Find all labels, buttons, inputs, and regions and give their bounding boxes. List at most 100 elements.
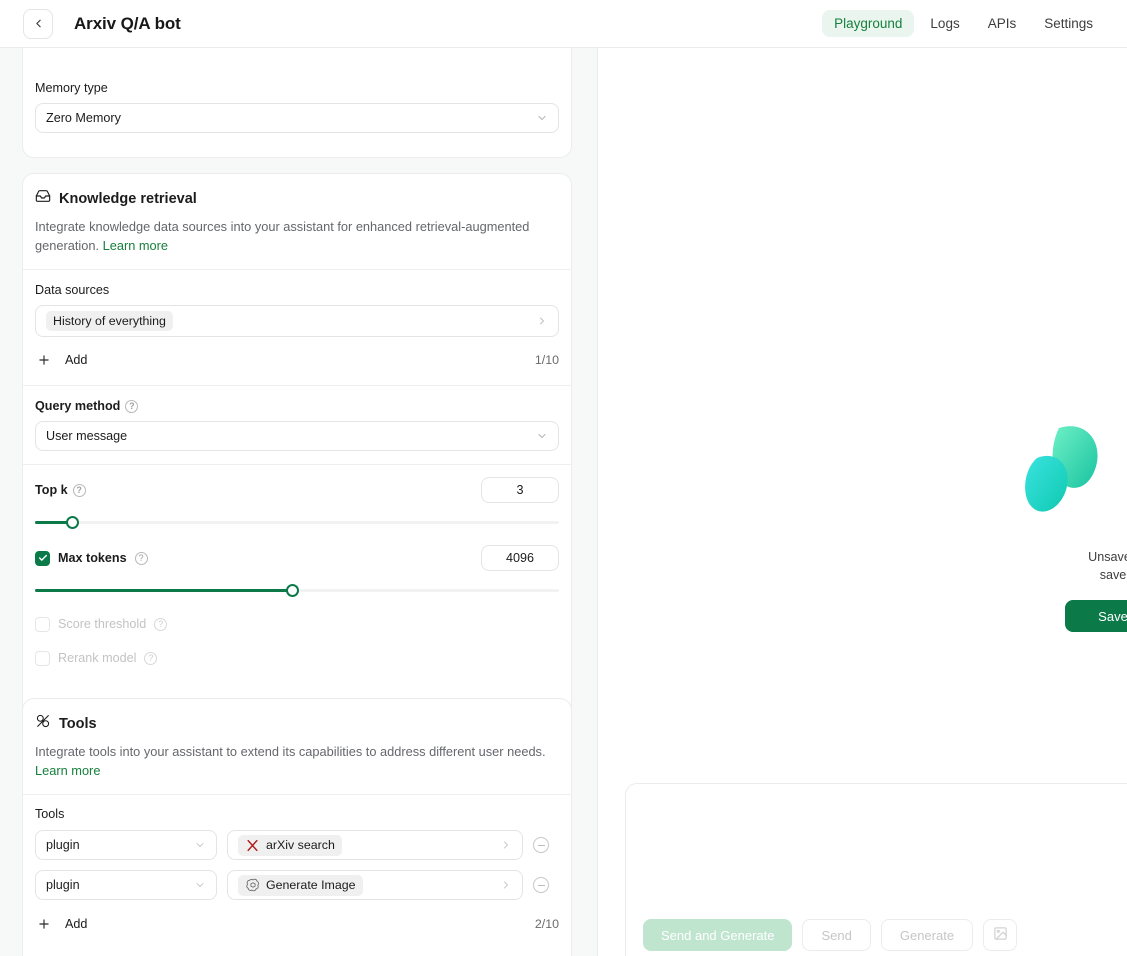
minus-circle-icon[interactable] (533, 837, 549, 853)
max-tokens-slider[interactable] (35, 583, 559, 597)
blob-shapes-icon (1023, 422, 1127, 542)
rerank-model-label: Rerank model (58, 651, 136, 665)
plus-icon[interactable] (35, 353, 53, 367)
question-circle-icon[interactable]: ? (73, 484, 86, 497)
top-k-block: Top k ? 3 (23, 465, 571, 529)
memory-type-select[interactable]: Zero Memory (35, 103, 559, 133)
query-method-value: User message (46, 429, 127, 443)
chevron-down-icon (194, 839, 206, 851)
tool-tag: Generate Image (238, 875, 363, 896)
tools-section-description: Integrate tools into your assistant to e… (23, 734, 571, 794)
knowledge-learn-more-link[interactable]: Learn more (103, 238, 168, 253)
tool-type-select[interactable]: plugin (35, 830, 217, 860)
send-and-generate-button[interactable]: Send and Generate (643, 919, 792, 951)
max-tokens-label: Max tokens ? (35, 549, 148, 567)
attach-image-button[interactable] (983, 919, 1017, 951)
question-circle-icon[interactable]: ? (144, 652, 157, 665)
top-k-input[interactable]: 3 (481, 477, 559, 503)
data-sources-label: Data sources (35, 283, 559, 297)
question-circle-icon[interactable]: ? (135, 552, 148, 565)
tool-type-value: plugin (46, 838, 80, 852)
unsaved-message-line2: save (1023, 566, 1127, 584)
score-threshold-checkbox[interactable] (35, 617, 50, 632)
memory-type-value: Zero Memory (46, 111, 121, 125)
composer-card: Send and Generate Send Generate (625, 783, 1127, 956)
max-tokens-input[interactable]: 4096 (481, 545, 559, 571)
top-k-label: Top k ? (35, 483, 86, 497)
tab-logs[interactable]: Logs (918, 10, 971, 37)
knowledge-section-header: Knowledge retrieval (23, 174, 571, 209)
send-button[interactable]: Send (802, 919, 870, 951)
tool-row: plugin G (35, 870, 559, 900)
score-threshold-block: Score threshold ? (23, 597, 571, 633)
save-button[interactable]: Save (1065, 600, 1127, 632)
tools-list-block: Tools plugin arXiv se (23, 795, 571, 937)
slider-handle[interactable] (286, 584, 299, 597)
unsaved-message-line1: Unsaved (1023, 548, 1127, 566)
inbox-tray-icon (35, 188, 51, 209)
chevron-right-icon (500, 879, 512, 891)
slider-fill (35, 589, 292, 592)
tool-name-value: arXiv search (266, 838, 335, 852)
chevron-down-icon (194, 879, 206, 891)
tools-count: 2/10 (535, 917, 559, 931)
tool-type-select[interactable]: plugin (35, 870, 217, 900)
arxiv-x-icon (245, 838, 260, 853)
chevron-down-icon (536, 112, 548, 124)
tools-learn-more-link[interactable]: Learn more (35, 763, 100, 778)
data-sources-block: Data sources History of everything Add 1… (23, 270, 571, 385)
knowledge-section-title: Knowledge retrieval (59, 191, 197, 207)
plus-icon[interactable] (35, 917, 53, 931)
max-tokens-block: Max tokens ? 4096 (23, 529, 571, 597)
config-panel: Memory type Zero Memory Knowledge retrie… (0, 48, 597, 956)
tools-card: Tools Integrate tools into your assistan… (22, 698, 572, 956)
data-sources-add-button[interactable]: Add (65, 353, 87, 367)
memory-card: Memory type Zero Memory (22, 48, 572, 158)
tab-settings[interactable]: Settings (1032, 10, 1105, 37)
data-sources-count: 1/10 (535, 353, 559, 367)
rerank-model-checkbox[interactable] (35, 651, 50, 666)
memory-type-label: Memory type (35, 81, 559, 95)
slider-handle[interactable] (66, 516, 79, 529)
knowledge-section-description: Integrate knowledge data sources into yo… (23, 209, 571, 269)
top-k-slider[interactable] (35, 515, 559, 529)
tool-name-select[interactable]: arXiv search (227, 830, 523, 860)
tool-type-value: plugin (46, 878, 80, 892)
slider-track (35, 521, 559, 524)
page-title: Arxiv Q/A bot (74, 14, 181, 34)
tools-knot-icon (35, 713, 51, 734)
max-tokens-checkbox[interactable] (35, 551, 50, 566)
data-sources-select[interactable]: History of everything (35, 305, 559, 337)
query-method-block: Query method ? User message (23, 386, 571, 464)
tools-section-title: Tools (59, 716, 97, 732)
tab-apis[interactable]: APIs (976, 10, 1029, 37)
question-circle-icon[interactable]: ? (154, 618, 167, 631)
chevron-left-icon (32, 17, 45, 30)
back-button[interactable] (23, 9, 53, 39)
minus-circle-icon[interactable] (533, 877, 549, 893)
query-method-select[interactable]: User message (35, 421, 559, 451)
tab-playground[interactable]: Playground (822, 10, 914, 37)
tools-add-button[interactable]: Add (65, 917, 87, 931)
score-threshold-row: Score threshold ? (35, 615, 559, 633)
generate-button[interactable]: Generate (881, 919, 973, 951)
data-sources-add-row: Add 1/10 (35, 347, 559, 373)
question-circle-icon[interactable]: ? (125, 400, 138, 413)
top-header: Arxiv Q/A bot Playground Logs APIs Setti… (0, 0, 1127, 48)
unsaved-message: Unsaved save (1023, 548, 1127, 584)
query-method-label-text: Query method (35, 399, 120, 413)
tool-name-value: Generate Image (266, 878, 356, 892)
query-method-label: Query method ? (35, 399, 559, 413)
chevron-down-icon (536, 430, 548, 442)
main-nav: Playground Logs APIs Settings (822, 10, 1105, 37)
tools-description-text: Integrate tools into your assistant to e… (35, 744, 546, 759)
tools-add-row: Add 2/10 (35, 911, 559, 937)
tool-row: plugin arXiv search (35, 830, 559, 860)
tool-name-select[interactable]: Generate Image (227, 870, 523, 900)
tools-list-label: Tools (35, 807, 559, 821)
chevron-right-icon (500, 839, 512, 851)
rerank-model-row: Rerank model ? (35, 649, 559, 667)
top-k-label-text: Top k (35, 483, 68, 497)
rerank-model-block: Rerank model ? (23, 633, 571, 667)
composer-actions: Send and Generate Send Generate (643, 919, 1017, 951)
